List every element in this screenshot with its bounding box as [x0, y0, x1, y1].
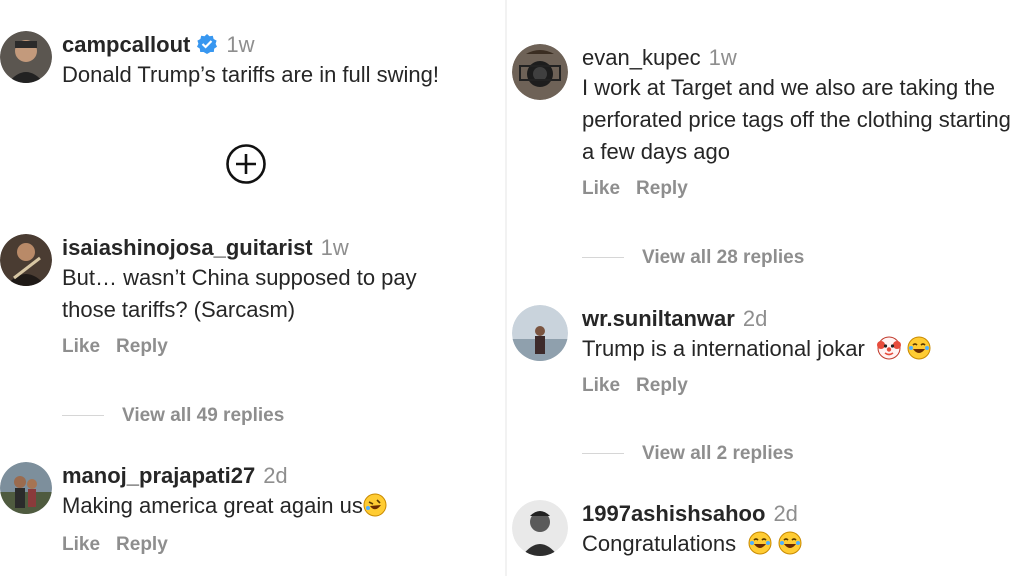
avatar[interactable]: [512, 500, 568, 556]
reply-button[interactable]: Reply: [636, 375, 688, 396]
timestamp: 2d: [742, 306, 768, 331]
view-replies-button[interactable]: View all 49 replies: [62, 405, 284, 427]
like-button[interactable]: Like: [582, 178, 620, 199]
avatar[interactable]: [0, 234, 52, 286]
verified-badge-icon: [196, 33, 218, 55]
view-replies-button[interactable]: View all 2 replies: [582, 443, 794, 465]
comment-text: Donald Trump’s tariffs are in full swing…: [62, 62, 440, 87]
comment-text: I work at Target and we also are taking …: [582, 75, 1011, 164]
username[interactable]: manoj_prajapati27: [62, 463, 255, 488]
timestamp: 1w: [708, 45, 737, 70]
avatar[interactable]: [512, 44, 568, 100]
username[interactable]: 1997ashishsahoo: [582, 501, 765, 526]
comment-text: Trump is a international jokar: [582, 336, 865, 361]
username[interactable]: wr.suniltanwar: [582, 306, 735, 331]
reply-button[interactable]: Reply: [116, 534, 168, 555]
reply-button[interactable]: Reply: [116, 336, 168, 357]
view-replies-button[interactable]: View all 28 replies: [582, 247, 804, 269]
rolling-laughing-emoji: [363, 493, 387, 517]
comment-text: But… wasn’t China supposed to pay those …: [62, 265, 417, 322]
timestamp: 1w: [320, 235, 349, 260]
clown-face-emoji: [877, 336, 901, 360]
tears-of-joy-emoji: [907, 336, 931, 360]
like-button[interactable]: Like: [62, 534, 100, 555]
username[interactable]: evan_kupec: [582, 45, 701, 70]
comment-text: Congratulations: [582, 531, 737, 556]
timestamp: 1w: [226, 32, 255, 57]
view-replies-label: View all 2 replies: [642, 443, 794, 464]
avatar[interactable]: [512, 305, 568, 361]
like-button[interactable]: Like: [62, 336, 100, 357]
panel-divider: [505, 0, 507, 576]
view-replies-label: View all 49 replies: [122, 405, 285, 426]
reply-button[interactable]: Reply: [636, 178, 688, 199]
avatar[interactable]: [0, 31, 52, 83]
left-comment-panel: campcallout 1w Donald Trump’s tariffs are…: [0, 0, 500, 576]
plus-circle-icon[interactable]: [225, 143, 267, 185]
like-button[interactable]: Like: [582, 375, 620, 396]
avatar[interactable]: [0, 462, 52, 514]
comment-text: Making america great again us: [62, 493, 363, 518]
right-comment-panel: evan_kupec 1w I work at Target and we als…: [512, 0, 1024, 576]
username[interactable]: isaiashinojosa_guitarist: [62, 235, 313, 260]
tears-of-joy-emoji: [748, 531, 772, 555]
timestamp: 2d: [773, 501, 798, 526]
username[interactable]: campcallout: [62, 32, 190, 57]
tears-of-joy-emoji: [778, 531, 802, 555]
view-replies-label: View all 28 replies: [642, 247, 805, 268]
timestamp: 2d: [263, 463, 288, 488]
